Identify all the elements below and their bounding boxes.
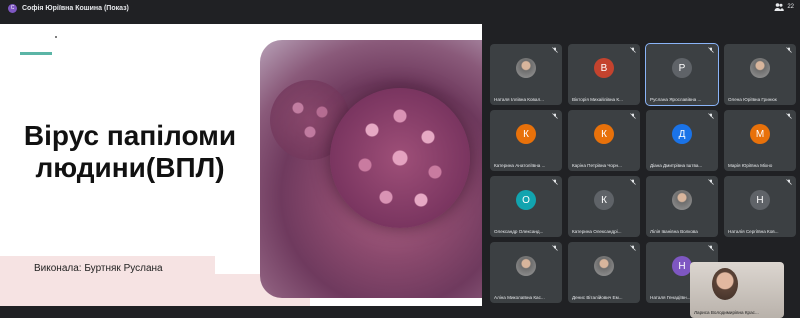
participant-tile[interactable]: М Марія Юріївна Міхно xyxy=(724,110,796,171)
mic-off-icon xyxy=(630,113,636,119)
participant-photo xyxy=(516,58,536,78)
participant-tile[interactable]: Аліна Миколаївна Кас... xyxy=(490,242,562,303)
participant-name: Вікторія Михайлівна К... xyxy=(572,97,623,102)
participant-name: Олена Юріївна Гринюк xyxy=(728,97,777,102)
participant-avatar: Н xyxy=(672,256,692,276)
participant-tile[interactable]: Наталя Іллівна Ковал... xyxy=(490,44,562,105)
mic-off-icon xyxy=(630,47,636,53)
participant-name: Руслана Ярославівна ... xyxy=(650,97,702,102)
self-view-tile[interactable]: Лариса Володимирівна Крас... xyxy=(690,262,784,318)
mic-off-icon xyxy=(708,179,714,185)
slide-dot xyxy=(55,36,57,38)
participant-name: Денис Віталійович Ем... xyxy=(572,295,623,300)
self-name: Лариса Володимирівна Крас... xyxy=(694,310,759,315)
participant-avatar: Н xyxy=(750,190,770,210)
virus-image xyxy=(260,40,482,298)
people-icon xyxy=(774,3,785,11)
participants-button[interactable]: 22 xyxy=(774,2,794,12)
participant-tile[interactable]: Р Руслана Ярославівна ... xyxy=(645,43,719,106)
participant-name: Катерина Олександрі... xyxy=(572,229,622,234)
participant-name: Аліна Миколаївна Кас... xyxy=(494,295,545,300)
mic-off-icon xyxy=(786,113,792,119)
slide-title-line1: Вірус папіломи xyxy=(23,120,237,151)
slide-title-line2: людини(ВПЛ) xyxy=(35,152,225,183)
participant-name: Лілія Іванівна Волкова xyxy=(650,229,698,234)
participant-avatar: О xyxy=(516,190,536,210)
self-video xyxy=(712,268,738,300)
slide-title: Вірус папіломи людини(ВПЛ) xyxy=(8,120,252,184)
mic-off-icon xyxy=(708,113,714,119)
mic-off-icon xyxy=(552,47,558,53)
participant-photo xyxy=(750,58,770,78)
participant-photo xyxy=(672,190,692,210)
mic-off-icon xyxy=(552,245,558,251)
slide-author: Виконала: Буртняк Руслана xyxy=(34,263,163,274)
presentation-slide: Вірус папіломи людини(ВПЛ) Виконала: Бур… xyxy=(0,24,482,306)
participant-avatar: К xyxy=(594,190,614,210)
participants-count: 22 xyxy=(787,4,794,10)
mic-off-icon xyxy=(552,179,558,185)
participant-photo xyxy=(516,256,536,276)
participant-avatar: Д xyxy=(672,124,692,144)
participant-name: Олександр Олександ... xyxy=(494,229,544,234)
virus-particle-large xyxy=(330,88,470,228)
mic-off-icon xyxy=(708,47,714,53)
participant-name: Наталія Сергіївна Ков... xyxy=(728,229,779,234)
presentation-bar: С Софія Юріївна Кошина (Показ) 22 xyxy=(0,0,800,16)
participant-avatar: В xyxy=(594,58,614,78)
slide-accent-line xyxy=(20,52,52,55)
participant-tile[interactable]: К Катерина Анатоліївна ... xyxy=(490,110,562,171)
participant-avatar: К xyxy=(516,124,536,144)
participant-avatar: М xyxy=(750,124,770,144)
participant-name: Наталя Іллівна Ковал... xyxy=(494,97,544,102)
participant-tile[interactable]: О Олександр Олександ... xyxy=(490,176,562,237)
participant-name: Каріна Петрівна Чорн... xyxy=(572,163,622,168)
participant-avatar: К xyxy=(594,124,614,144)
mic-off-icon xyxy=(786,179,792,185)
participant-photo xyxy=(594,256,614,276)
participant-name: Катерина Анатоліївна ... xyxy=(494,163,546,168)
participant-tile[interactable]: Денис Віталійович Ем... xyxy=(568,242,640,303)
presenter-title: Софія Юріївна Кошина (Показ) xyxy=(22,4,129,12)
participant-name: Марія Юріївна Міхно xyxy=(728,163,773,168)
mic-off-icon xyxy=(630,245,636,251)
participant-tile[interactable]: Олена Юріївна Гринюк xyxy=(724,44,796,105)
participant-avatar: Р xyxy=(672,58,692,78)
participant-tile[interactable]: К Каріна Петрівна Чорн... xyxy=(568,110,640,171)
participant-tile[interactable]: Д Діана Дмитрівна Іштва... xyxy=(646,110,718,171)
participant-tile[interactable]: К Катерина Олександрі... xyxy=(568,176,640,237)
participant-tile[interactable]: В Вікторія Михайлівна К... xyxy=(568,44,640,105)
participant-tile[interactable]: Лілія Іванівна Волкова xyxy=(646,176,718,237)
mic-off-icon xyxy=(708,245,714,251)
mic-off-icon xyxy=(630,179,636,185)
participant-tile[interactable]: Н Наталія Сергіївна Ков... xyxy=(724,176,796,237)
participant-name: Діана Дмитрівна Іштва... xyxy=(650,163,703,168)
mic-off-icon xyxy=(552,113,558,119)
meeting-window: С Софія Юріївна Кошина (Показ) 22 Вірус … xyxy=(0,0,800,318)
presenter-avatar: С xyxy=(8,3,17,13)
mic-off-icon xyxy=(786,47,792,53)
